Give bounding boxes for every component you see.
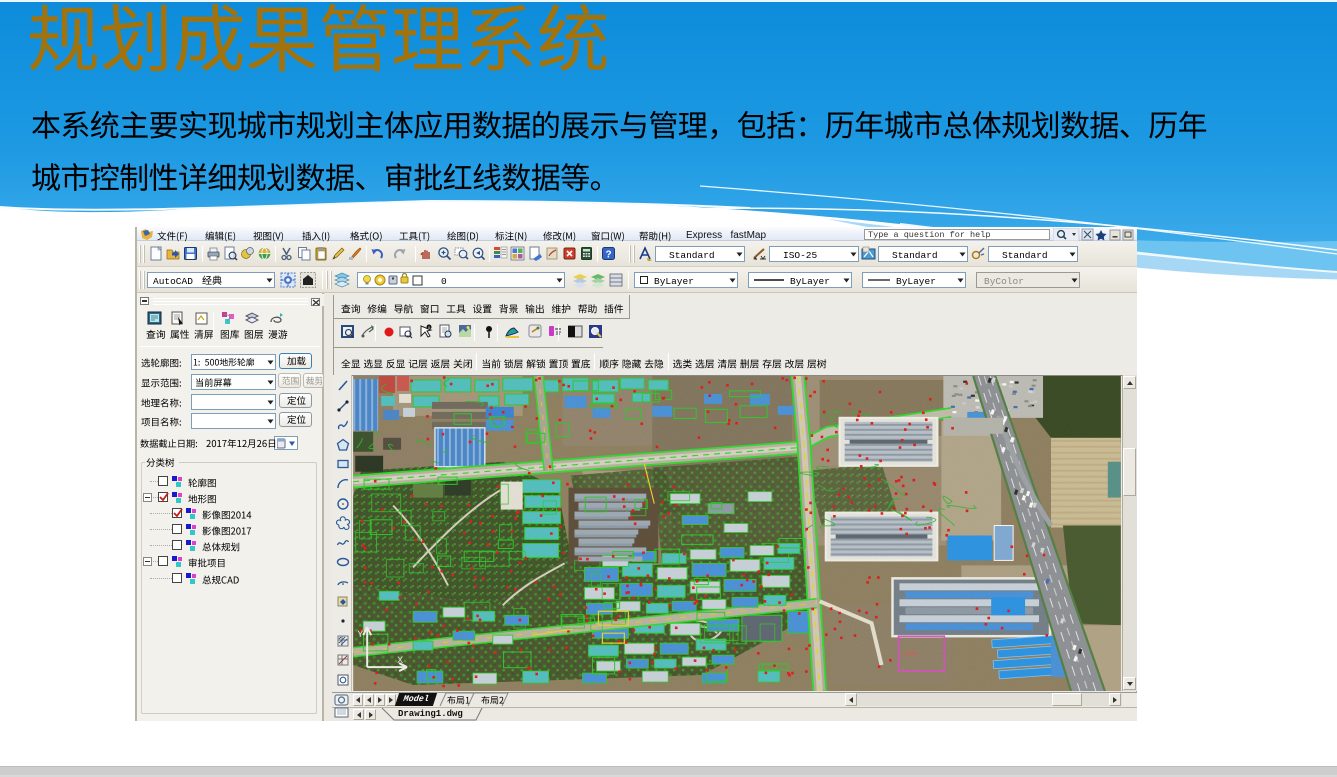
svg-text:?: ? (606, 250, 612, 261)
